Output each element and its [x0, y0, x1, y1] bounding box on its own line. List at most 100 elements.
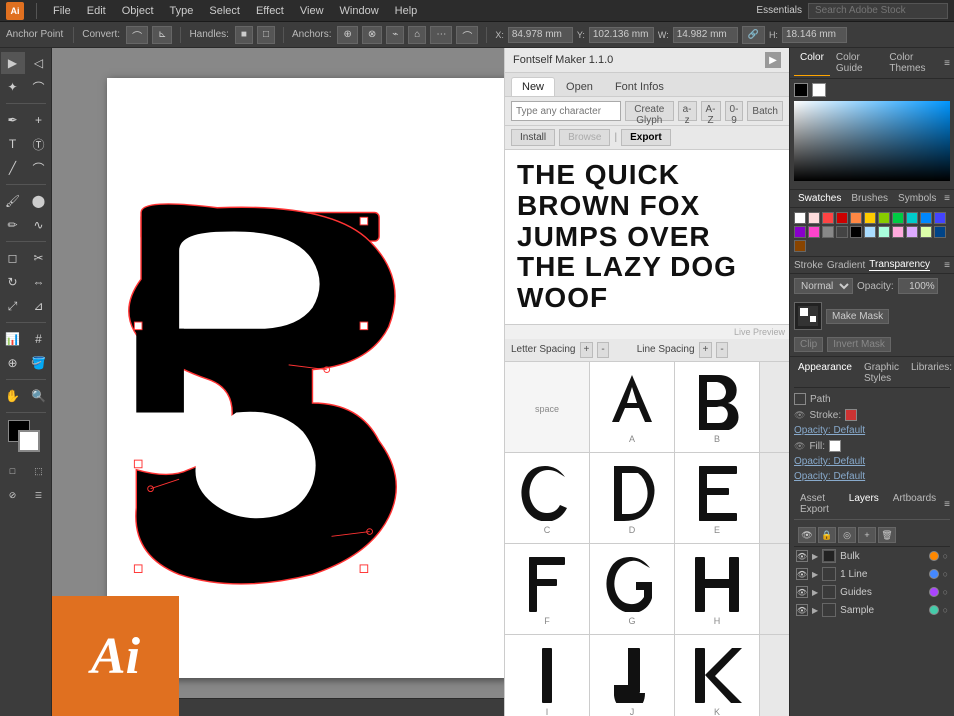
pen-tool[interactable]: ✒ — [1, 109, 25, 131]
live-paint-tool[interactable]: 🪣 — [27, 352, 51, 374]
export-btn[interactable]: Export — [621, 129, 671, 146]
scale-tool[interactable]: ⤢ — [1, 295, 25, 317]
fill-visibility[interactable]: 👁 — [794, 441, 805, 452]
search-input[interactable] — [808, 3, 948, 19]
link-btn[interactable]: 🔗 — [742, 26, 765, 44]
swatch-9[interactable] — [920, 212, 932, 224]
tab-open[interactable]: Open — [555, 77, 604, 96]
eraser-tool[interactable]: ◻ — [1, 247, 25, 269]
tab-font-infos[interactable]: Font Infos — [604, 77, 675, 96]
glyph-B[interactable]: B — [675, 362, 760, 452]
symbols-tab[interactable]: Symbols — [894, 192, 940, 205]
opacity-default-link[interactable]: Opacity: Default — [794, 471, 865, 482]
layer-1line-lock[interactable]: ○ — [943, 569, 948, 579]
swatch-black[interactable] — [850, 226, 862, 238]
layers-tab[interactable]: Layers — [843, 492, 885, 516]
layer-locate-btn[interactable]: ◎ — [838, 527, 856, 543]
convert-btn-1[interactable]: ⌒ — [126, 26, 148, 44]
menu-view[interactable]: View — [296, 5, 328, 17]
color-guide-tab[interactable]: Color Guide — [830, 50, 884, 76]
swatch-15[interactable] — [892, 226, 904, 238]
select-tool[interactable]: ▶ — [1, 52, 25, 74]
glyph-grid[interactable]: space A B — [505, 362, 789, 716]
swatch-10[interactable] — [934, 212, 946, 224]
stroke-opacity-link[interactable]: Opacity: Default — [794, 425, 865, 436]
make-mask-btn[interactable]: Make Mask — [826, 309, 889, 324]
font-panel-collapse[interactable]: ▶ — [765, 52, 781, 68]
stroke-visibility[interactable]: 👁 — [794, 410, 805, 421]
rotate-tool[interactable]: ↻ — [1, 271, 25, 293]
color-themes-tab[interactable]: Color Themes — [883, 50, 944, 76]
swatches-panel-menu[interactable]: ≡ — [944, 192, 950, 205]
libraries-tab[interactable]: Libraries: — [907, 361, 954, 385]
handles-btn-1[interactable]: ■ — [235, 26, 253, 44]
swatch-11[interactable] — [794, 226, 806, 238]
swatch-8[interactable] — [906, 212, 918, 224]
pencil-tool[interactable]: ✏ — [1, 214, 25, 236]
layer-guides[interactable]: 👁 ▶ Guides ○ — [794, 583, 950, 601]
line-spacing-minus[interactable]: + — [699, 342, 713, 358]
scissors-tool[interactable]: ✂ — [27, 247, 51, 269]
blend-mode-select[interactable]: Normal — [794, 278, 853, 294]
anchors-btn-2[interactable]: ⊗ — [362, 26, 382, 44]
artboards-tab[interactable]: Artboards — [887, 492, 942, 516]
none-mode-btn[interactable]: ⊘ — [1, 484, 25, 506]
arc-tool[interactable]: ⌒ — [27, 157, 51, 179]
touch-type-tool[interactable]: Ⓣ — [27, 133, 51, 155]
anchors-btn-6[interactable]: ⌒ — [456, 26, 478, 44]
layer-bulk-visibility[interactable]: 👁 — [796, 550, 808, 562]
mesh-tool[interactable]: # — [27, 328, 51, 350]
layer-new-btn[interactable]: + — [858, 527, 876, 543]
swatch-5[interactable] — [864, 212, 876, 224]
clip-btn[interactable]: Clip — [794, 337, 823, 352]
reflect-tool[interactable]: ⇔ — [27, 271, 51, 293]
shape-builder-tool[interactable]: ⊕ — [1, 352, 25, 374]
layers-menu[interactable]: ≡ — [944, 492, 950, 516]
install-btn[interactable]: Install — [511, 129, 555, 146]
invert-mask-btn[interactable]: Invert Mask — [827, 337, 891, 352]
swatch-16[interactable] — [906, 226, 918, 238]
glyph-C[interactable]: C — [505, 453, 590, 543]
change-screen-btn[interactable]: ☰ — [27, 484, 51, 506]
layer-guides-lock[interactable]: ○ — [943, 587, 948, 597]
glyph-G[interactable]: G — [590, 544, 675, 634]
line-tool[interactable]: ╱ — [1, 157, 25, 179]
w-input[interactable] — [673, 27, 738, 43]
menu-help[interactable]: Help — [391, 5, 422, 17]
anchors-btn-1[interactable]: ⊕ — [337, 26, 357, 44]
smooth-tool[interactable]: ∿ — [27, 214, 51, 236]
add-anchor-tool[interactable]: + — [27, 109, 51, 131]
magic-wand-tool[interactable]: ✦ — [1, 76, 25, 98]
anchors-btn-4[interactable]: ⌂ — [408, 26, 426, 44]
layer-sample-visibility[interactable]: 👁 — [796, 604, 808, 616]
line-spacing-collapse[interactable]: - — [716, 342, 727, 358]
glyph-I[interactable]: I — [505, 635, 590, 716]
handles-btn-2[interactable]: □ — [257, 26, 275, 44]
menu-select[interactable]: Select — [205, 5, 244, 17]
zoom-tool[interactable]: 🔍 — [27, 385, 51, 407]
batch-btn[interactable]: Batch — [747, 101, 783, 121]
trans-panel-menu[interactable]: ≡ — [944, 260, 950, 271]
layer-bulk-lock[interactable]: ○ — [943, 551, 948, 561]
glyph-D[interactable]: D — [590, 453, 675, 543]
layer-1line-visibility[interactable]: 👁 — [796, 568, 808, 580]
create-glyph-btn[interactable]: Create Glyph — [625, 101, 674, 121]
swatch-3[interactable] — [836, 212, 848, 224]
menu-object[interactable]: Object — [118, 5, 158, 17]
swatch-dark[interactable] — [836, 226, 848, 238]
num-btn[interactable]: 0-9 — [725, 101, 744, 121]
glyph-H[interactable]: H — [675, 544, 760, 634]
stroke-tab[interactable]: Stroke — [794, 260, 823, 271]
menu-type[interactable]: Type — [166, 5, 198, 17]
blob-tool[interactable]: ⬤ — [27, 190, 51, 212]
az-lower-btn[interactable]: a-z — [678, 101, 697, 121]
swatch-18[interactable] — [934, 226, 946, 238]
gradient-tab[interactable]: Gradient — [827, 260, 865, 271]
glyph-E[interactable]: E — [675, 453, 760, 543]
swatch-12[interactable] — [808, 226, 820, 238]
color-tab[interactable]: Color — [794, 50, 830, 76]
glyph-F[interactable]: F — [505, 544, 590, 634]
letter-spacing-minus[interactable]: + — [580, 342, 594, 358]
swatch-7[interactable] — [892, 212, 904, 224]
shear-tool[interactable]: ⊿ — [27, 295, 51, 317]
